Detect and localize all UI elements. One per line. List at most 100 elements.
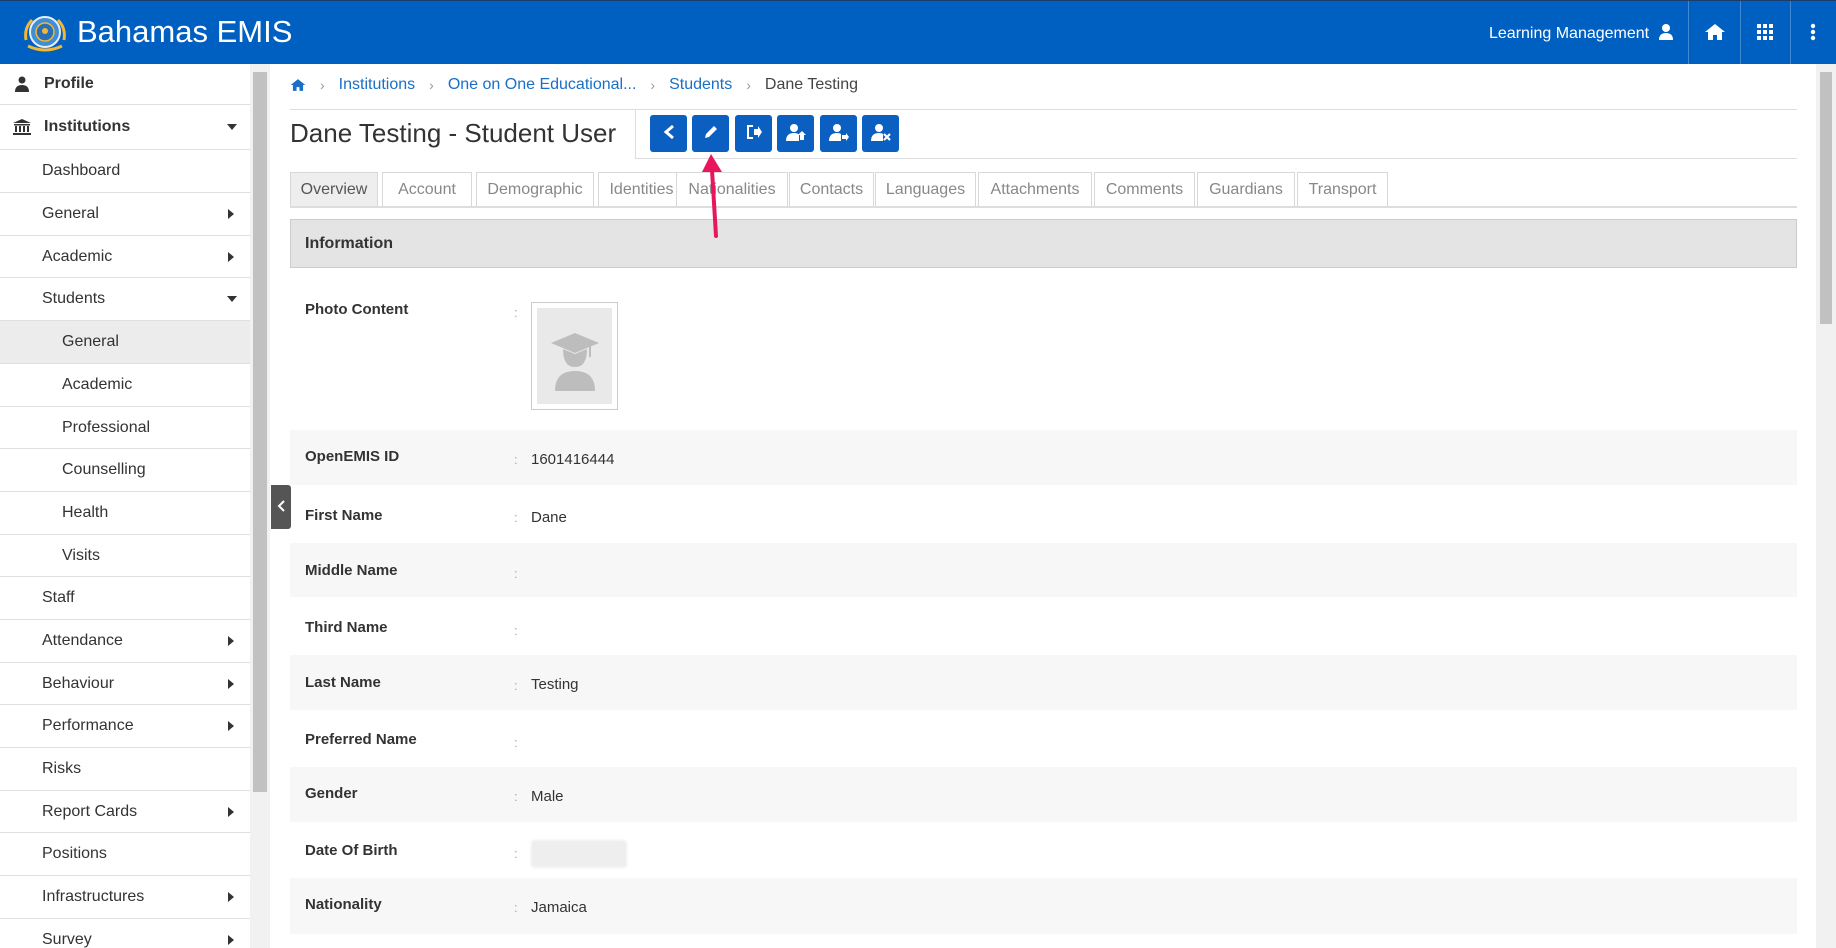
sidebar-item-students[interactable]: Students <box>0 278 250 321</box>
sidebar-item-staff[interactable]: Staff <box>0 577 250 620</box>
tab-account[interactable]: Account <box>382 172 472 207</box>
field-row: Preferred Name : <box>290 710 1797 767</box>
sidebar-item-label: Visits <box>62 546 100 564</box>
redacted-date-of-birth <box>531 840 627 868</box>
field-label: Third Name <box>305 619 388 636</box>
sidebar-item-performance[interactable]: Performance <box>0 705 250 748</box>
tab-demographic[interactable]: Demographic <box>476 172 594 207</box>
sidebar-item-positions[interactable]: Positions <box>0 833 250 876</box>
sidebar-item-health[interactable]: Health <box>0 492 250 535</box>
breadcrumb-institution-name[interactable]: One on One Educational... <box>448 76 637 94</box>
sidebar-item-report-cards[interactable]: Report Cards <box>0 791 250 833</box>
sidebar-item-institutions[interactable]: Institutions <box>0 105 250 150</box>
sidebar-item-label: Risks <box>42 760 82 777</box>
user-icon[interactable] <box>1651 17 1681 47</box>
grid-icon[interactable] <box>1750 17 1780 47</box>
field-colon: : <box>514 900 518 915</box>
promote-user-button[interactable] <box>777 115 814 152</box>
student-photo[interactable] <box>531 302 618 410</box>
sidebar-item-profile[interactable]: Profile <box>0 64 250 105</box>
sidebar-scrollbar[interactable] <box>250 64 270 948</box>
transfer-user-button[interactable] <box>820 115 857 152</box>
header-divider <box>1790 1 1791 65</box>
breadcrumb-institutions[interactable]: Institutions <box>339 76 415 94</box>
tab-transport[interactable]: Transport <box>1297 172 1388 207</box>
collapse-sidebar-button[interactable] <box>271 485 291 529</box>
last-name-value: Testing <box>531 676 579 693</box>
header-divider <box>1688 1 1689 65</box>
field-colon: : <box>514 735 518 750</box>
openemis-id-value: 1601416444 <box>531 451 615 468</box>
exit-icon <box>745 124 763 144</box>
sidebar-item-risks[interactable]: Risks <box>0 748 250 791</box>
header-divider <box>1740 1 1741 65</box>
tab-contacts[interactable]: Contacts <box>789 172 874 207</box>
sidebar-item-label: Counselling <box>62 461 146 478</box>
breadcrumb-students[interactable]: Students <box>669 76 732 94</box>
caret-right-icon <box>226 935 236 945</box>
sidebar-item-professional[interactable]: Professional <box>0 407 250 449</box>
sidebar-item-label: Profile <box>44 75 94 92</box>
more-vert-icon[interactable] <box>1798 17 1828 47</box>
back-button[interactable] <box>650 115 687 152</box>
sidebar-item-behaviour[interactable]: Behaviour <box>0 663 250 705</box>
field-label: OpenEMIS ID <box>305 448 400 465</box>
sidebar-item-label: Infrastructures <box>42 888 145 905</box>
app-title[interactable]: Bahamas EMIS <box>77 14 292 50</box>
tab-overview[interactable]: Overview <box>290 172 378 207</box>
sidebar-item-label: Students <box>42 290 106 307</box>
emblem-logo[interactable] <box>20 10 70 56</box>
sidebar-item-infrastructures[interactable]: Infrastructures <box>0 876 250 919</box>
field-row: Third Name : <box>290 597 1797 655</box>
sidebar-item-visits[interactable]: Visits <box>0 535 250 577</box>
main-scrollbar[interactable] <box>1816 64 1836 948</box>
sidebar-item-students-academic[interactable]: Academic <box>0 364 250 407</box>
home-icon[interactable] <box>290 78 306 92</box>
sidebar-item-label: Positions <box>42 845 107 862</box>
annotation-arrow <box>700 150 730 240</box>
back-icon <box>663 124 675 144</box>
nationality-value: Jamaica <box>531 899 587 916</box>
sidebar-scrollbar-thumb[interactable] <box>253 72 267 792</box>
divider <box>290 109 1797 110</box>
field-label: Nationality <box>305 896 382 913</box>
breadcrumb-separator: › <box>429 77 434 93</box>
sidebar-item-general[interactable]: General <box>0 193 250 236</box>
field-label: Gender <box>305 785 358 802</box>
tab-comments[interactable]: Comments <box>1094 172 1195 207</box>
breadcrumb-current: Dane Testing <box>764 76 859 93</box>
sidebar-item-survey[interactable]: Survey <box>0 919 250 948</box>
sidebar-item-label: Attendance <box>42 632 123 649</box>
panel-title: Information <box>305 235 393 252</box>
exit-button[interactable] <box>735 115 772 152</box>
breadcrumb-separator: › <box>320 77 325 93</box>
tab-attachments[interactable]: Attachments <box>978 172 1092 207</box>
main-scrollbar-thumb[interactable] <box>1820 72 1832 324</box>
sidebar-item-attendance[interactable]: Attendance <box>0 620 250 663</box>
user-label[interactable]: Learning Management <box>1489 25 1649 43</box>
field-label: Preferred Name <box>305 731 417 748</box>
breadcrumb-separator: › <box>650 77 656 93</box>
sidebar-item-label: Professional <box>62 418 151 436</box>
sidebar-item-counselling[interactable]: Counselling <box>0 449 250 492</box>
tab-languages[interactable]: Languages <box>875 172 976 207</box>
home-icon[interactable] <box>1700 17 1730 47</box>
sidebar-item-label: Academic <box>62 376 133 393</box>
information-panel-header: Information <box>290 219 1797 268</box>
tab-guardians[interactable]: Guardians <box>1197 172 1295 207</box>
tab-identities[interactable]: Identities <box>598 172 685 207</box>
transfer-user-icon <box>828 123 849 145</box>
graduate-avatar-icon <box>537 308 612 404</box>
tab-nationalities[interactable]: Nationalities <box>676 172 788 207</box>
remove-user-icon <box>870 123 891 145</box>
edit-button[interactable] <box>692 115 729 152</box>
breadcrumb-separator: › <box>746 77 751 93</box>
field-row: Last Name : Testing <box>290 655 1797 710</box>
divider <box>635 158 1797 159</box>
field-colon: : <box>514 846 518 861</box>
sidebar-item-students-general[interactable]: General <box>0 321 250 364</box>
sidebar-item-academic[interactable]: Academic <box>0 236 250 278</box>
sidebar-item-label: Staff <box>42 589 75 606</box>
sidebar-item-dashboard[interactable]: Dashboard <box>0 150 250 193</box>
remove-user-button[interactable] <box>862 115 899 152</box>
